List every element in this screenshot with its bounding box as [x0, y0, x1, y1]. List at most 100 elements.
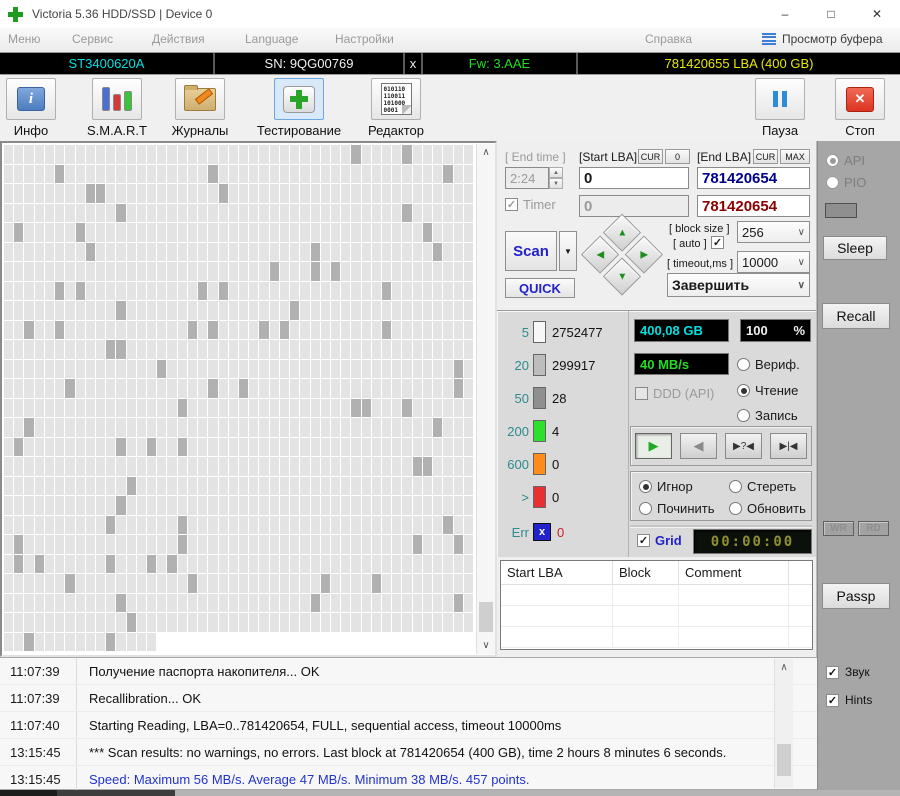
minimize-button[interactable]: – [762, 0, 808, 28]
auto-checkbox[interactable]: ✓ [711, 236, 724, 249]
ignore-radio[interactable]: Игнор [639, 479, 693, 494]
read-radio[interactable]: Чтение [737, 383, 798, 398]
scan-block [361, 262, 371, 281]
menu-item-actions[interactable]: Действия [152, 32, 205, 46]
stop-button[interactable]: ✕ Стоп [832, 78, 888, 138]
refresh-radio[interactable]: Обновить [729, 501, 806, 516]
device-x-flag: x [405, 53, 423, 74]
scan-block [85, 437, 95, 456]
close-button[interactable]: ✕ [854, 0, 900, 28]
table-row[interactable] [501, 606, 812, 627]
scan-block [238, 476, 249, 495]
maximize-button[interactable]: □ [808, 0, 854, 28]
smart-button[interactable]: S.M.A.R.T [82, 78, 152, 138]
check-icon: ✓ [826, 693, 839, 707]
verify-radio[interactable]: Вериф. [737, 357, 800, 372]
action-select[interactable]: Завершить ∨ [667, 273, 810, 297]
scan-block [392, 340, 402, 359]
end-lba-field[interactable]: 781420654 [697, 167, 810, 189]
table-row[interactable] [501, 585, 812, 606]
scan-block [320, 593, 330, 612]
scan-block [412, 359, 422, 378]
scan-block [463, 359, 473, 378]
scan-block [290, 184, 300, 203]
end-lba-2-field[interactable]: 781420654 [697, 195, 810, 217]
scroll-down-icon[interactable]: ∨ [477, 637, 495, 654]
auto-label: [ auto ] [673, 238, 707, 250]
log-scrollbar[interactable]: ∧ [774, 659, 793, 788]
scan-block [453, 574, 463, 593]
timer-checkbox[interactable]: ✓ Timer [505, 197, 556, 212]
start-zero-button[interactable]: 0 [665, 149, 690, 164]
play-button[interactable]: ▶ [635, 433, 672, 459]
end-time-field[interactable]: 2:24 [505, 167, 549, 189]
erase-radio[interactable]: Стереть [729, 479, 796, 494]
sleep-button[interactable]: Sleep [823, 236, 887, 260]
block-size-select[interactable]: 256 ∨ [737, 221, 810, 243]
start-lba-field[interactable]: 0 [579, 167, 689, 189]
menu-item-language[interactable]: Language [245, 32, 298, 46]
menu-item-settings[interactable]: Настройки [335, 32, 394, 46]
scan-block [218, 379, 228, 398]
seek-question-button[interactable]: ▶?◀ [725, 433, 762, 459]
scan-block [55, 574, 65, 593]
start-lba-2-field[interactable]: 0 [579, 195, 689, 217]
end-max-button[interactable]: MAX [780, 149, 810, 164]
scan-block [95, 476, 106, 495]
journals-button[interactable]: Журналы [163, 78, 237, 138]
editor-label: Редактор [368, 123, 424, 138]
buffer-view-button[interactable]: Просмотр буфера [762, 32, 883, 46]
end-time-spinner[interactable]: ▲ ▼ [549, 167, 563, 189]
grid-checkbox[interactable]: ✓ Grid [637, 533, 682, 548]
hints-checkbox[interactable]: ✓ Hints [826, 693, 872, 707]
scan-block [412, 613, 422, 632]
column-comment[interactable]: Comment [679, 561, 789, 585]
map-scroll-thumb[interactable] [479, 602, 493, 632]
scan-block [290, 340, 300, 359]
scan-button[interactable]: Scan [505, 231, 557, 271]
repair-radio[interactable]: Починить [639, 501, 715, 516]
testing-button[interactable]: Тестирование [243, 78, 355, 138]
pio-radio[interactable]: PIO [826, 175, 866, 190]
scan-block [249, 476, 259, 495]
start-cur-button[interactable]: CUR [638, 149, 663, 164]
scroll-up-icon[interactable]: ∧ [775, 659, 793, 676]
scan-block [55, 457, 65, 476]
log-scroll-thumb[interactable] [777, 744, 791, 776]
scan-block [95, 301, 106, 320]
write-radio[interactable]: Запись [737, 408, 798, 423]
menu-item-service[interactable]: Сервис [72, 32, 113, 46]
recall-button[interactable]: Recall [822, 303, 890, 329]
passp-button[interactable]: Passp [822, 583, 890, 609]
info-button[interactable]: i Инфо [4, 78, 58, 138]
menu-item-help[interactable]: Справка [645, 32, 692, 46]
column-block[interactable]: Block [613, 561, 679, 585]
scan-block [44, 320, 55, 339]
ddd-checkbox[interactable]: DDD (API) [635, 386, 714, 401]
scan-block [259, 340, 269, 359]
pause-button[interactable]: Пауза [752, 78, 808, 138]
scan-block [320, 554, 330, 573]
quick-button[interactable]: QUICK [505, 278, 575, 298]
editor-button[interactable]: 010110 110011 101000 0001 Редактор [357, 78, 435, 138]
column-start-lba[interactable]: Start LBA [501, 561, 613, 585]
scan-block [4, 379, 14, 398]
wr-button[interactable]: WR [823, 521, 854, 536]
rewind-button[interactable]: ◀ [680, 433, 717, 459]
table-row[interactable] [501, 627, 812, 648]
scan-dropdown-button[interactable]: ▼ [559, 231, 577, 271]
rd-button[interactable]: RD [858, 521, 889, 536]
map-scrollbar[interactable]: ∧ ∨ [476, 144, 495, 654]
sound-checkbox[interactable]: ✓ Звук [826, 665, 870, 679]
api-radio[interactable]: API [826, 153, 865, 168]
end-cur-button[interactable]: CUR [753, 149, 778, 164]
scan-block [136, 437, 147, 456]
scan-block [95, 242, 106, 261]
timeout-select[interactable]: 10000 ∨ [737, 251, 810, 273]
scan-block [167, 496, 177, 515]
seek-pause-button[interactable]: ▶|◀ [770, 433, 807, 459]
scroll-up-icon[interactable]: ∧ [477, 144, 495, 161]
scan-block [279, 359, 290, 378]
menu-item-menu[interactable]: Меню [8, 32, 40, 46]
scan-block [238, 223, 249, 242]
